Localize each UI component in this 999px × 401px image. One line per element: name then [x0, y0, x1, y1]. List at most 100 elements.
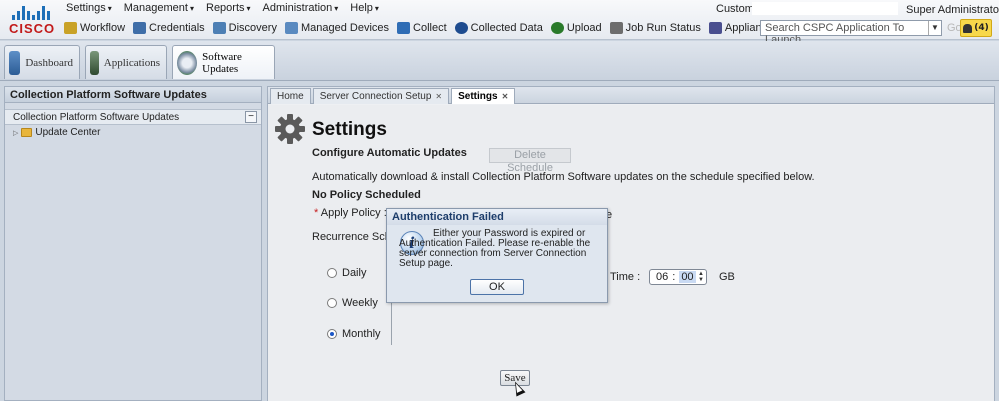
- dashboard-icon: [9, 50, 21, 75]
- dialog-body: i Either your Password is expired or Aut…: [387, 225, 607, 302]
- app-tab-label: Applications: [103, 56, 160, 69]
- collapse-icon[interactable]: −: [245, 111, 257, 123]
- tab-server-connection-setup[interactable]: Server Connection Setup ✕: [312, 88, 450, 104]
- radio-label: Monthly: [342, 328, 381, 340]
- cisco-logo-text: CISCO: [9, 21, 56, 36]
- menu-settings[interactable]: Settings ▾: [66, 2, 112, 16]
- tab-label: Home: [277, 91, 304, 102]
- alert-count: (4): [974, 23, 989, 33]
- chevron-down-icon: ▾: [189, 4, 194, 13]
- radio-label: Weekly: [342, 297, 378, 309]
- app-tab-label: Software Updates: [202, 50, 242, 75]
- gear-icon: [275, 114, 305, 144]
- chevron-down-icon: ▾: [107, 4, 112, 13]
- app-tab-applications[interactable]: Applications: [85, 45, 167, 79]
- workflow-icon: [64, 22, 77, 34]
- toolbar-label: Credentials: [149, 22, 205, 34]
- chevron-down-icon[interactable]: ▼: [928, 21, 941, 35]
- menu-label: Administration: [262, 2, 333, 14]
- menu-reports[interactable]: Reports ▾: [206, 2, 251, 16]
- toolbar-label: Collect: [413, 22, 447, 34]
- menu-label: Management: [123, 2, 188, 14]
- toolbar-credentials[interactable]: Credentials: [133, 22, 205, 34]
- app-search-input[interactable]: Search CSPC Application To Launch ▼: [760, 20, 942, 46]
- configure-title: Configure Automatic Updates: [312, 147, 467, 159]
- credentials-icon: [133, 22, 147, 34]
- tab-label: Server Connection Setup: [319, 91, 432, 102]
- dialog-title: Authentication Failed: [387, 209, 607, 225]
- user-menu[interactable]: Super Administrator ▾: [906, 3, 999, 16]
- app-tab-dashboard[interactable]: Dashboard: [4, 45, 80, 79]
- toolbar-collect[interactable]: Collect: [397, 22, 447, 34]
- toolbar-label: Job Run Status: [625, 22, 701, 34]
- toolbar-upload[interactable]: Upload: [550, 22, 602, 34]
- radio-weekly[interactable]: [327, 298, 337, 308]
- appliance-config-icon: [708, 22, 722, 34]
- left-panel-section: Collection Platform Software Updates −: [5, 109, 261, 125]
- tree-item-update-center[interactable]: ▷ Update Center: [5, 125, 261, 140]
- app-tab-software-updates[interactable]: Software Updates: [172, 45, 275, 79]
- chevron-down-icon: ▾: [374, 4, 379, 13]
- applications-icon: [90, 50, 99, 75]
- page-title: Settings: [312, 119, 387, 140]
- apply-policy-label: * Apply Policy :: [314, 207, 387, 219]
- menu-label: Help: [350, 2, 373, 14]
- time-hours[interactable]: 06: [656, 271, 668, 283]
- menu-label: Settings: [66, 2, 106, 14]
- expand-arrow-icon[interactable]: ▷: [13, 129, 18, 137]
- menu-help[interactable]: Help ▾: [350, 2, 379, 16]
- close-icon[interactable]: ✕: [435, 92, 442, 101]
- tab-label: Settings: [458, 91, 498, 102]
- tab-settings[interactable]: Settings ✕: [451, 88, 516, 104]
- auth-failed-dialog: Authentication Failed i Either your Pass…: [386, 208, 608, 303]
- software-updates-icon: [177, 50, 198, 75]
- recurrence-weekly[interactable]: Weekly: [327, 297, 378, 309]
- recurrence-daily[interactable]: Daily: [327, 267, 366, 279]
- managed-devices-icon: [284, 22, 298, 34]
- collect-icon: [397, 22, 411, 34]
- toolbar-job-run-status[interactable]: Job Run Status: [609, 22, 701, 34]
- chevron-down-icon: ▾: [334, 4, 339, 13]
- alerts-button[interactable]: (4): [960, 19, 992, 37]
- size-unit: GB: [719, 271, 735, 283]
- time-input[interactable]: 06 : 00 ▲ ▼: [649, 269, 707, 285]
- toolbar-workflow[interactable]: Workflow: [64, 22, 125, 34]
- cisco-logo[interactable]: CISCO: [6, 4, 56, 38]
- toolbar-label: Managed Devices: [300, 22, 390, 34]
- toolbar-label: Workflow: [80, 22, 126, 34]
- radio-daily[interactable]: [327, 268, 337, 278]
- customer-field[interactable]: [752, 2, 898, 15]
- radio-monthly[interactable]: [327, 329, 337, 339]
- required-marker: *: [314, 207, 319, 219]
- apply-policy-text: Apply Policy :: [320, 207, 387, 219]
- bell-icon: [963, 23, 973, 33]
- toolbar-label: Collected Data: [470, 22, 543, 34]
- toolbar-managed-devices[interactable]: Managed Devices: [284, 22, 390, 34]
- app-tab-label: Dashboard: [25, 56, 73, 69]
- dialog-message: Either your Password is expired or Authe…: [399, 228, 591, 269]
- main-panel: Home Server Connection Setup ✕ Settings ✕ …: [267, 86, 995, 401]
- toolbar-label: Discovery: [228, 22, 277, 34]
- settings-content: Settings Configure Automatic Updates Del…: [268, 105, 994, 401]
- folder-icon: [21, 128, 33, 137]
- content-tabs: Home Server Connection Setup ✕ Settings ✕: [268, 87, 994, 104]
- job-run-status-icon: [609, 22, 623, 34]
- recurrence-label: Recurrence Sche: [312, 231, 397, 243]
- radio-label: Daily: [342, 267, 367, 279]
- close-icon[interactable]: ✕: [502, 92, 509, 101]
- tab-home[interactable]: Home: [270, 88, 311, 104]
- tree-item-label: Update Center: [35, 127, 101, 138]
- time-minutes[interactable]: 00: [679, 271, 696, 283]
- no-policy-text: No Policy Scheduled: [312, 189, 421, 201]
- delete-schedule-button[interactable]: Delete Schedule: [489, 148, 571, 174]
- toolbar-label: Upload: [566, 22, 602, 34]
- time-separator: :: [672, 271, 676, 283]
- ok-button[interactable]: OK: [470, 279, 524, 295]
- cisco-logo-bars-icon: [12, 4, 52, 20]
- toolbar-discovery[interactable]: Discovery: [212, 22, 277, 34]
- menu-management[interactable]: Management ▾: [124, 2, 194, 16]
- toolbar-collected-data[interactable]: Collected Data: [454, 22, 543, 34]
- time-spinner-icon[interactable]: ▲ ▼: [698, 271, 704, 283]
- recurrence-monthly[interactable]: Monthly: [327, 328, 381, 340]
- menu-administration[interactable]: Administration ▾: [263, 2, 339, 16]
